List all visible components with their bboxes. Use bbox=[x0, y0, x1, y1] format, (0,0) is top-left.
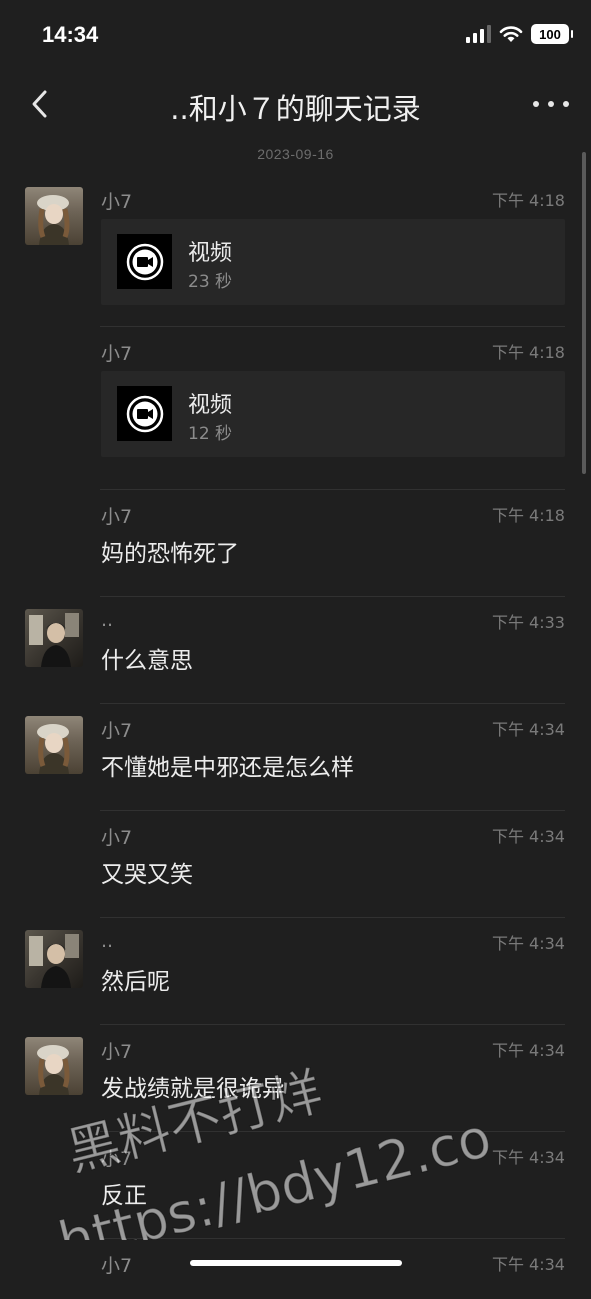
date-separator: 2023-09-16 bbox=[257, 146, 334, 162]
video-message[interactable]: 视频 23 秒 bbox=[101, 219, 565, 305]
avatar[interactable] bbox=[25, 930, 83, 988]
sender-name: 小7 bbox=[101, 1255, 133, 1277]
message-item[interactable]: 小7 下午 4:34 不懂她是中邪还是怎么样 bbox=[0, 704, 591, 811]
message-time: 下午 4:18 bbox=[491, 343, 565, 362]
message-item[interactable]: 小7 下午 4:34 发战绩就是很诡异 bbox=[0, 1025, 591, 1132]
sender-name: 小7 bbox=[101, 506, 133, 528]
message-item[interactable]: 小7 下午 4:34 又哭又笑 bbox=[0, 811, 591, 918]
message-text: 又哭又笑 bbox=[101, 862, 193, 888]
message-item[interactable]: 小7 下午 4:18 视频 12 秒 bbox=[0, 327, 591, 490]
message-item[interactable]: 小7 下午 4:18 视频 23 秒 bbox=[0, 175, 591, 327]
status-icons: 100 bbox=[466, 24, 573, 44]
message-time: 下午 4:34 bbox=[491, 1148, 565, 1167]
video-thumbnail[interactable] bbox=[117, 386, 172, 441]
sender-name: 小7 bbox=[101, 827, 133, 849]
message-text: 妈的恐怖死了 bbox=[101, 541, 239, 567]
message-item[interactable]: 小7 下午 4:34 反正 bbox=[0, 1132, 591, 1239]
status-time: 14:34 bbox=[42, 22, 99, 47]
message-item[interactable]: 小7 下午 4:34 bbox=[0, 1239, 591, 1299]
message-item[interactable]: .. 下午 4:33 什么意思 bbox=[0, 597, 591, 704]
message-time: 下午 4:34 bbox=[491, 720, 565, 739]
sender-name: 小7 bbox=[101, 191, 133, 213]
video-label: 视频 bbox=[188, 241, 233, 266]
message-time: 下午 4:34 bbox=[491, 1041, 565, 1060]
sender-name: .. bbox=[101, 930, 114, 952]
more-button[interactable] bbox=[533, 90, 569, 118]
video-duration: 12 秒 bbox=[188, 424, 233, 444]
message-time: 下午 4:34 bbox=[491, 934, 565, 953]
page-title: ..和小７的聊天记录 bbox=[170, 92, 421, 126]
sender-name: .. bbox=[101, 609, 114, 631]
cellular-signal-icon bbox=[466, 25, 491, 43]
sender-name: 小7 bbox=[101, 343, 133, 365]
video-label: 视频 bbox=[188, 393, 233, 418]
message-text: 然后呢 bbox=[101, 969, 170, 995]
message-list: 小7 下午 4:18 视频 23 秒 小7 下午 4:18 视频 12 秒 小7… bbox=[0, 175, 591, 1299]
message-time: 下午 4:34 bbox=[491, 827, 565, 846]
message-text: 不懂她是中邪还是怎么样 bbox=[101, 755, 354, 781]
avatar[interactable] bbox=[25, 716, 83, 774]
video-thumbnail[interactable] bbox=[117, 234, 172, 289]
wifi-icon bbox=[499, 26, 523, 42]
more-dots-icon bbox=[533, 101, 539, 107]
sender-name: 小7 bbox=[101, 1148, 133, 1170]
video-camera-icon bbox=[126, 395, 163, 432]
message-time: 下午 4:33 bbox=[491, 613, 565, 632]
message-text: 什么意思 bbox=[101, 648, 193, 674]
message-item[interactable]: .. 下午 4:34 然后呢 bbox=[0, 918, 591, 1025]
avatar[interactable] bbox=[25, 187, 83, 245]
battery-icon: 100 bbox=[531, 24, 573, 44]
video-duration: 23 秒 bbox=[188, 272, 233, 292]
video-camera-icon bbox=[126, 243, 163, 280]
message-time: 下午 4:34 bbox=[491, 1255, 565, 1274]
home-indicator[interactable] bbox=[190, 1260, 402, 1266]
sender-name: 小7 bbox=[101, 720, 133, 742]
avatar[interactable] bbox=[25, 609, 83, 667]
scrollbar[interactable] bbox=[582, 152, 586, 474]
video-message[interactable]: 视频 12 秒 bbox=[101, 371, 565, 457]
message-text: 反正 bbox=[101, 1183, 147, 1209]
message-text: 发战绩就是很诡异 bbox=[101, 1076, 285, 1102]
message-item[interactable]: 小7 下午 4:18 妈的恐怖死了 bbox=[0, 490, 591, 597]
avatar[interactable] bbox=[25, 1037, 83, 1095]
message-time: 下午 4:18 bbox=[491, 191, 565, 210]
message-time: 下午 4:18 bbox=[491, 506, 565, 525]
chat-history-header: ..和小７的聊天记录 bbox=[0, 72, 591, 136]
status-bar: 14:34 100 bbox=[0, 0, 591, 72]
sender-name: 小7 bbox=[101, 1041, 133, 1063]
